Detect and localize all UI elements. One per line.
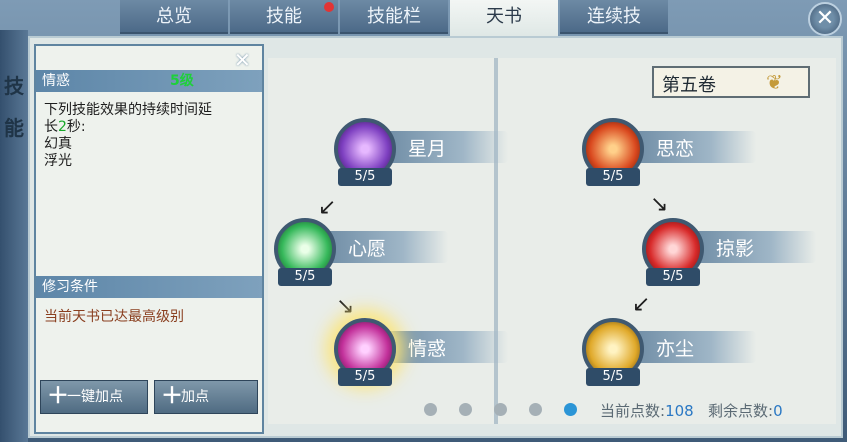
notification-dot [324,2,334,12]
page-indicator [424,403,599,416]
skill-name: 情惑 [42,73,70,89]
effect-item: 浮光 [44,153,72,169]
skill-level: 5级 [170,73,194,89]
skill-node-qinghuo[interactable]: 情惑 5/5 [334,318,514,386]
close-button[interactable]: ✕ [808,2,842,36]
tab-bar: 总览 技能 技能栏 天书 连续技 [120,0,670,36]
arrow-icon: ↘ [650,192,669,217]
tab-skill-bar[interactable]: 技能栏 [340,0,448,34]
condition-bar: 修习条件 [36,276,262,298]
skill-node-xingyue[interactable]: 星月 5/5 [334,118,514,186]
page-dot[interactable] [459,403,472,416]
remaining-points: 0 [773,402,783,420]
tab-skills[interactable]: 技能 [230,0,338,34]
auto-add-button[interactable]: ＋ 一键加点 [40,380,148,414]
skill-info-panel: ✕ 情惑 5级 下列技能效果的持续时间延 长2秒: 幻真 浮光 修习条件 当前天… [34,44,264,434]
effect-item: 幻真 [44,136,72,152]
tab-tianshu[interactable]: 天书 [450,0,558,36]
close-icon: ✕ [815,6,835,31]
skill-title-bar: 情惑 5级 [36,70,262,92]
arrow-icon: ↙ [318,195,337,220]
skill-node-lueying[interactable]: 掠影 5/5 [642,218,822,286]
side-label-char: 技 [4,74,24,98]
condition-header: 修习条件 [42,279,98,295]
feather-icon: ✕ [234,48,251,72]
page-dot[interactable] [494,403,507,416]
current-points: 108 [665,402,694,420]
skill-node-silian[interactable]: 思恋 5/5 [582,118,762,186]
arrow-icon: ↙ [632,292,651,317]
side-label-char: 能 [4,116,24,140]
page-dot[interactable] [529,403,542,416]
chevron-down-icon: ❦ [766,70,783,94]
add-point-button[interactable]: ＋ 加点 [154,380,258,414]
page-dot-active[interactable] [564,403,577,416]
tab-overview[interactable]: 总览 [120,0,228,34]
tab-combo[interactable]: 连续技 [560,0,668,34]
side-strip: 技 能 [0,30,28,442]
arrow-icon: ↘ [336,294,355,319]
points-readout: 当前点数:108 剩余点数:0 [600,402,783,420]
page-dot[interactable] [424,403,437,416]
skill-description: 下列技能效果的持续时间延 长2秒: 幻真 浮光 [44,102,259,170]
plus-icon: ＋ [47,384,70,409]
volume-select[interactable]: 第五卷 ❦ [652,66,810,98]
plus-icon: ＋ [161,384,184,409]
condition-text: 当前天书已达最高级别 [44,309,184,325]
skill-node-xinyuan[interactable]: 心愿 5/5 [274,218,454,286]
skill-node-yichen[interactable]: 亦尘 5/5 [582,318,762,386]
